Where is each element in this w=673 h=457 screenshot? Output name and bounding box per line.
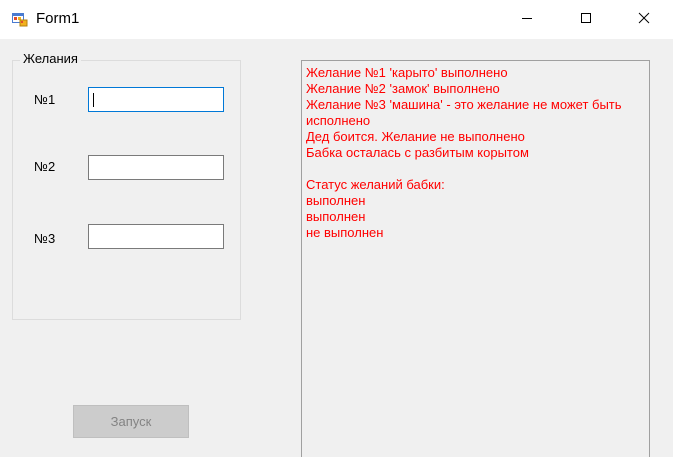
wish-3-label: №3 <box>34 231 56 246</box>
wish-3-input[interactable] <box>88 224 224 249</box>
text-caret <box>93 93 94 107</box>
output-line: Дед боится. Желание не выполнено <box>306 129 525 144</box>
minimize-icon <box>521 11 533 29</box>
window-title: Form1 <box>36 10 80 27</box>
output-line: не выполнен <box>306 225 384 240</box>
output-line: выполнен <box>306 209 366 224</box>
output-line: Желание №1 'карыто' выполнено <box>306 65 508 80</box>
output-line: Желание №3 'машина' - это желание не мож… <box>306 97 622 112</box>
wish-2-input[interactable] <box>88 155 224 180</box>
wishes-group-caption: Желания <box>20 51 81 67</box>
output-line: исполнено <box>306 113 371 128</box>
form-window: Form1 Желания №1 №2 №3 Запуск Желание №1… <box>0 0 673 457</box>
wish-1-input[interactable] <box>88 87 224 112</box>
close-button[interactable] <box>621 0 667 39</box>
close-icon <box>638 11 650 29</box>
winforms-app-icon <box>12 11 28 27</box>
minimize-button[interactable] <box>504 0 550 39</box>
maximize-icon <box>580 11 592 29</box>
output-textbox[interactable]: Желание №1 'карыто' выполнено Желание №2… <box>301 60 650 457</box>
wish-1-label: №1 <box>34 92 56 107</box>
maximize-button[interactable] <box>563 0 609 39</box>
wish-2-label: №2 <box>34 159 56 174</box>
run-button[interactable]: Запуск <box>73 405 189 438</box>
output-line: Бабка осталась с разбитым корытом <box>306 145 529 160</box>
output-line: Желание №2 'замок' выполнено <box>306 81 500 96</box>
output-line: выполнен <box>306 193 366 208</box>
title-bar[interactable]: Form1 <box>0 0 673 39</box>
output-line: Статус желаний бабки: <box>306 177 445 192</box>
